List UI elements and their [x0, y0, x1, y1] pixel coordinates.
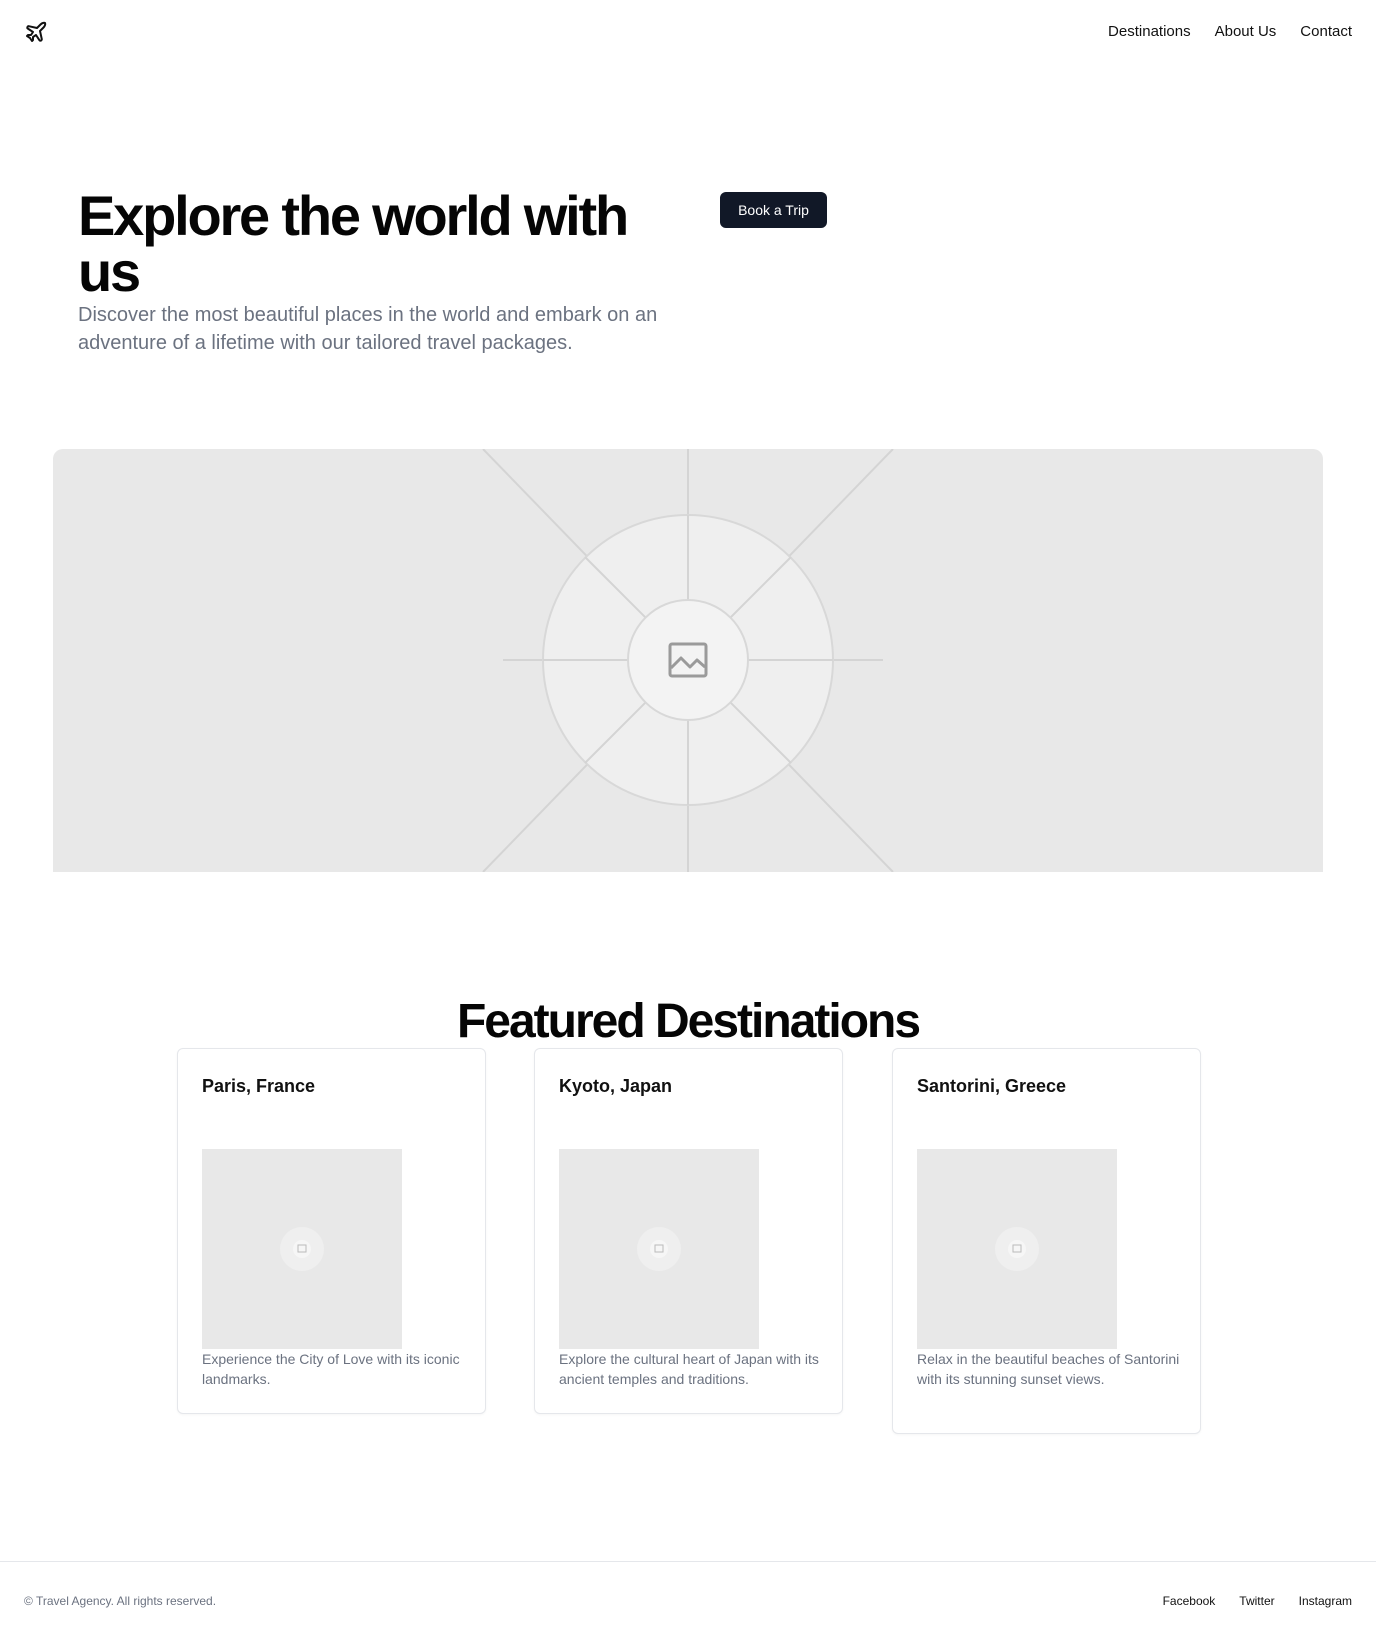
social-links: Facebook Twitter Instagram: [1163, 1592, 1352, 1610]
card-image-placeholder: [917, 1149, 1117, 1349]
hero-title: Explore the world with us: [78, 184, 629, 303]
site-header: Destinations About Us Contact: [0, 0, 1376, 64]
copyright-text: © Travel Agency. All rights reserved.: [24, 1594, 217, 1608]
destination-card-kyoto[interactable]: Kyoto, Japan Explore the cultural heart …: [534, 1048, 843, 1414]
site-footer: © Travel Agency. All rights reserved. Fa…: [0, 1561, 1376, 1627]
main-nav: Destinations About Us Contact: [1108, 21, 1352, 43]
nav-destinations[interactable]: Destinations: [1108, 21, 1191, 43]
image-placeholder-icon: [668, 640, 708, 680]
airplane-icon[interactable]: [24, 20, 48, 44]
card-image-placeholder: [202, 1149, 402, 1349]
book-a-trip-button[interactable]: Book a Trip: [720, 192, 827, 228]
nav-about-us[interactable]: About Us: [1215, 21, 1277, 43]
card-description: Explore the cultural heart of Japan with…: [559, 1351, 819, 1387]
hero-image-placeholder: [53, 449, 1323, 872]
destination-card-paris[interactable]: Paris, France Experience the City of Lov…: [177, 1048, 486, 1414]
card-title: Kyoto, Japan: [559, 1076, 673, 1096]
destination-card-santorini[interactable]: Santorini, Greece Relax in the beautiful…: [892, 1048, 1201, 1434]
card-title: Paris, France: [202, 1076, 316, 1096]
hero-description: Discover the most beautiful places in th…: [78, 304, 658, 354]
card-description: Relax in the beautiful beaches of Santor…: [917, 1351, 1180, 1387]
featured-title: Featured Destinations: [456, 995, 921, 1048]
card-description: Experience the City of Love with its ico…: [202, 1351, 460, 1387]
footer-link-twitter[interactable]: Twitter: [1239, 1592, 1274, 1610]
footer-link-facebook[interactable]: Facebook: [1163, 1592, 1216, 1610]
card-title: Santorini, Greece: [917, 1076, 1067, 1096]
card-image-placeholder: [559, 1149, 759, 1349]
footer-link-instagram[interactable]: Instagram: [1299, 1592, 1352, 1610]
nav-contact[interactable]: Contact: [1300, 21, 1352, 43]
